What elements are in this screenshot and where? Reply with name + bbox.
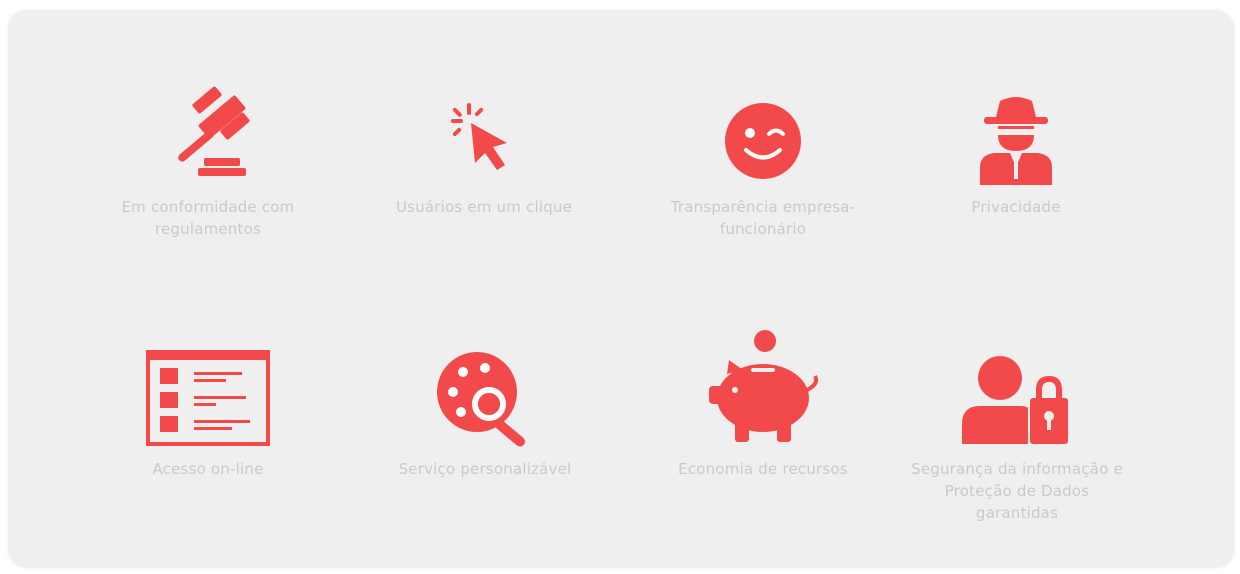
cursor-click-icon [449, 96, 519, 186]
feature-label: Privacidade [971, 198, 1061, 216]
feature-label: Usuários em um clique [395, 198, 573, 216]
piggy-bank-icon [707, 326, 819, 448]
feature-compliance: Em conformidade com regulamentos [88, 86, 328, 240]
feature-label: Economia de recursos [678, 460, 848, 478]
smile-wink-icon [723, 96, 803, 186]
feature-customizable: Serviço personalizável [365, 348, 605, 480]
feature-transparency: Transparência empresa-funcionário [643, 96, 883, 240]
feature-privacy: Privacidade [896, 92, 1136, 218]
feature-label: Em conformidade com regulamentos [121, 198, 295, 238]
feature-label: Serviço personalizável [398, 460, 572, 478]
gavel-icon [158, 86, 258, 186]
feature-data-security: Segurança da informação e Proteção de Da… [897, 352, 1137, 524]
spy-agent-icon [976, 92, 1056, 186]
feature-one-click-users: Usuários em um clique [364, 96, 604, 218]
feature-label: Segurança da informação e Proteção de Da… [911, 460, 1123, 522]
feature-resource-savings: Economia de recursos [643, 326, 883, 480]
feature-label: Transparência empresa-funcionário [670, 198, 856, 238]
feature-online-access: Acesso on-line [88, 348, 328, 480]
feature-label: Acesso on-line [152, 460, 264, 478]
user-lock-icon [962, 352, 1072, 448]
palette-search-icon [433, 348, 537, 448]
browser-window-icon [146, 348, 270, 448]
